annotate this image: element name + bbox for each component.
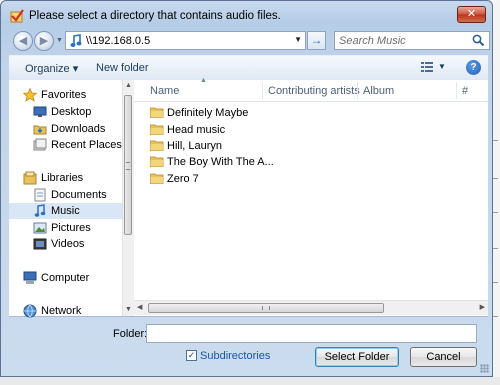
- sidebar-item-libraries[interactable]: Libraries: [9, 170, 122, 186]
- sidebar-item-label: Downloads: [51, 123, 106, 135]
- scrollbar-thumb[interactable]: [124, 95, 132, 235]
- column-header-name[interactable]: Name: [150, 85, 179, 97]
- file-list-pane: ▲ Name Contributing artists Album # Defi…: [134, 77, 488, 316]
- scroll-down-icon[interactable]: ▼: [125, 306, 132, 313]
- network-icon: [23, 304, 37, 318]
- sidebar-item-label: Favorites: [41, 89, 87, 101]
- folder-name: The Boy With The A...: [167, 156, 274, 168]
- search-box[interactable]: [334, 31, 490, 50]
- address-dropdown-icon[interactable]: ▼: [294, 35, 302, 44]
- close-button[interactable]: ✕: [457, 6, 486, 23]
- column-header-track-number[interactable]: #: [462, 85, 468, 97]
- help-icon[interactable]: ?: [466, 60, 481, 75]
- horizontal-scrollbar-thumb[interactable]: [148, 303, 384, 313]
- navigation-pane: Favorites Desktop Downloads Recent Place…: [9, 80, 134, 319]
- documents-icon: [34, 188, 46, 202]
- recent-places-icon: [33, 138, 47, 151]
- sidebar-item-favorites[interactable]: Favorites: [9, 87, 122, 103]
- address-path: \\192.168.0.5: [86, 35, 151, 47]
- column-header-album[interactable]: Album: [363, 85, 394, 97]
- list-item[interactable]: Head music: [150, 122, 260, 138]
- column-header-contributing-artists[interactable]: Contributing artists: [268, 85, 360, 97]
- list-item[interactable]: Zero 7: [150, 171, 260, 187]
- folder-icon: [150, 140, 164, 151]
- folder-name: Zero 7: [167, 173, 199, 185]
- search-input[interactable]: [339, 34, 467, 47]
- background-window-strip: [0, 377, 500, 385]
- cancel-button[interactable]: Cancel: [410, 347, 477, 367]
- sidebar-item-videos[interactable]: Videos: [9, 236, 122, 252]
- subdirectories-checkbox[interactable]: ✓: [186, 350, 197, 361]
- scroll-left-icon[interactable]: ◀: [137, 303, 142, 311]
- sidebar-item-label: Pictures: [51, 222, 91, 234]
- music-icon: [34, 204, 46, 217]
- folder-icon: [150, 124, 164, 135]
- sidebar-item-desktop[interactable]: Desktop: [9, 104, 122, 120]
- folder-name: Definitely Maybe: [167, 107, 249, 119]
- scroll-up-icon[interactable]: ▲: [125, 82, 132, 89]
- checkmark-app-icon: [10, 9, 24, 23]
- recent-locations-dropdown-icon[interactable]: ▼: [56, 37, 64, 45]
- view-options-dropdown-icon[interactable]: ▼: [438, 62, 446, 71]
- window-title: Please select a directory that contains …: [29, 10, 281, 22]
- sidebar-item-label: Videos: [51, 238, 85, 250]
- sidebar-item-label: Computer: [41, 272, 90, 284]
- sidebar-item-label: Music: [51, 205, 80, 217]
- list-item[interactable]: Definitely Maybe: [150, 105, 260, 121]
- new-folder-button[interactable]: New folder: [96, 62, 149, 74]
- folder-icon: [150, 173, 164, 184]
- star-icon: [23, 88, 37, 102]
- music-note-icon: [70, 34, 82, 47]
- computer-icon: [23, 271, 37, 284]
- navigation-scrollbar[interactable]: ▲ ▼: [122, 80, 134, 316]
- column-headers: ▲ Name Contributing artists Album #: [134, 77, 488, 102]
- folder-input[interactable]: [150, 326, 470, 341]
- folder-name: Hill, Lauryn: [167, 140, 223, 152]
- sidebar-item-downloads[interactable]: Downloads: [9, 121, 122, 137]
- sidebar-item-label: Documents: [51, 189, 107, 201]
- list-item[interactable]: The Boy With The A...: [150, 154, 274, 170]
- folder-picker-dialog: Please select a directory that contains …: [0, 0, 493, 377]
- forward-button[interactable]: ▶: [34, 31, 54, 51]
- command-bar: Organize ▾ New folder ▼ ?: [9, 55, 488, 81]
- horizontal-scrollbar[interactable]: ◀ ▶: [134, 300, 488, 315]
- desktop-icon: [33, 106, 47, 117]
- pictures-icon: [33, 222, 47, 234]
- sidebar-item-network[interactable]: Network: [9, 303, 122, 319]
- folder-name: Head music: [167, 124, 226, 136]
- sidebar-item-label: Libraries: [41, 172, 84, 184]
- sidebar-item-label: Desktop: [51, 106, 92, 118]
- title-bar: Please select a directory that contains …: [1, 1, 492, 29]
- videos-icon: [33, 238, 47, 250]
- sidebar-item-music[interactable]: Music: [9, 203, 122, 219]
- sidebar-item-recent-places[interactable]: Recent Places: [9, 137, 122, 153]
- organize-menu[interactable]: Organize ▾: [25, 62, 78, 75]
- sidebar-item-documents[interactable]: Documents: [9, 187, 122, 203]
- back-button[interactable]: ◀: [13, 31, 33, 51]
- folder-icon: [150, 156, 164, 167]
- folder-icon: [150, 107, 164, 118]
- content-area: Favorites Desktop Downloads Recent Place…: [9, 77, 488, 319]
- libraries-icon: [23, 171, 37, 185]
- sort-ascending-icon: ▲: [200, 77, 207, 84]
- change-view-icon[interactable]: [421, 62, 433, 73]
- address-bar[interactable]: \\192.168.0.5 ▼: [65, 31, 306, 50]
- subdirectories-label[interactable]: Subdirectories: [200, 350, 270, 362]
- go-arrow-icon: →: [310, 33, 323, 47]
- refresh-go-button[interactable]: →: [307, 31, 326, 50]
- select-folder-button[interactable]: Select Folder: [315, 347, 399, 367]
- sidebar-item-computer[interactable]: Computer: [9, 270, 122, 286]
- sidebar-item-label: Recent Places: [51, 139, 122, 151]
- list-item[interactable]: Hill, Lauryn: [150, 138, 260, 154]
- back-arrow-icon: ◀: [18, 35, 28, 47]
- search-icon[interactable]: [472, 34, 485, 47]
- folder-label: Folder:: [113, 328, 148, 340]
- scroll-right-icon[interactable]: ▶: [480, 303, 485, 311]
- resize-grip[interactable]: [480, 364, 489, 373]
- forward-arrow-icon: ▶: [39, 35, 49, 47]
- folder-field[interactable]: [146, 324, 477, 343]
- sidebar-item-label: Network: [41, 305, 82, 317]
- sidebar-item-pictures[interactable]: Pictures: [9, 220, 122, 236]
- downloads-icon: [33, 125, 47, 135]
